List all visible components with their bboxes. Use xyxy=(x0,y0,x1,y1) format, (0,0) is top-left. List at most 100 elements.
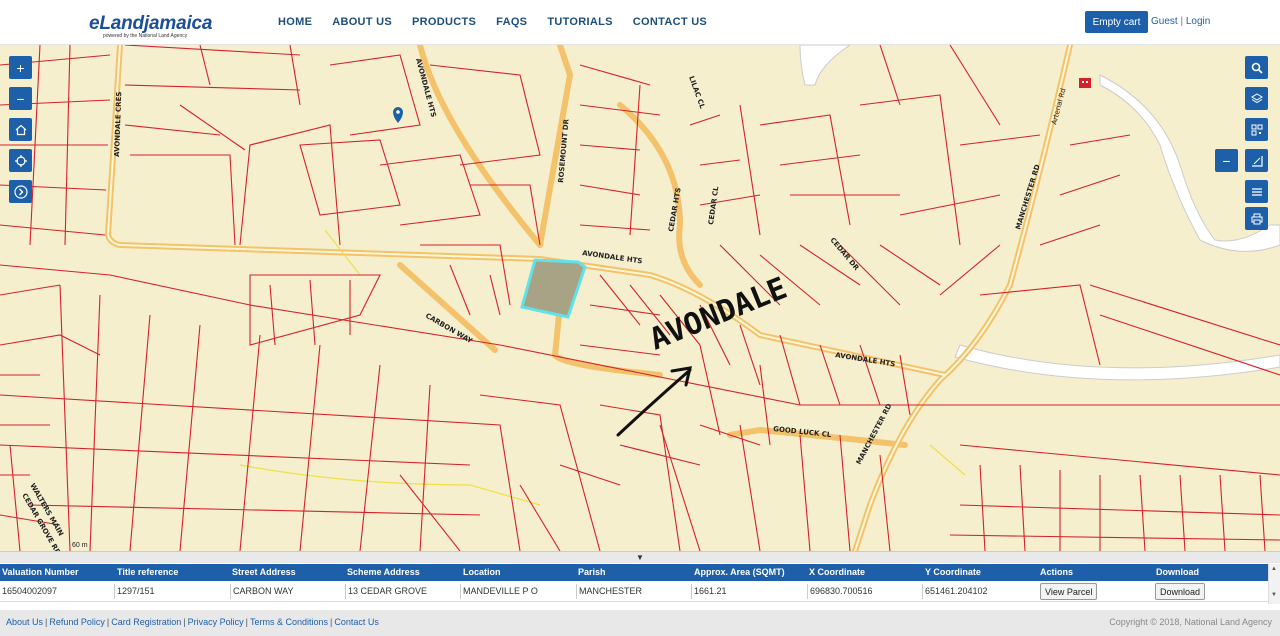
cell-location: MANDEVILLE P O xyxy=(460,584,538,599)
copyright: Copyright © 2018, National Land Agency xyxy=(1109,617,1272,627)
view-parcel-button[interactable]: View Parcel xyxy=(1040,583,1098,600)
footer-refund-policy[interactable]: Refund Policy xyxy=(49,617,105,627)
caret-down-icon: ▼ xyxy=(636,553,644,562)
print-button[interactable] xyxy=(1245,207,1268,230)
parcel-line xyxy=(199,45,211,86)
parcel-line xyxy=(359,364,381,551)
results-toggle[interactable]: ▼ xyxy=(0,551,1280,563)
header-parish: Parish xyxy=(578,567,606,577)
separator: | xyxy=(245,617,248,627)
parcel-line xyxy=(939,244,1001,296)
site-logo[interactable]: eLandjamaica powered by the National Lan… xyxy=(89,13,212,39)
cell-y-coordinate: 651461.204102 xyxy=(922,584,988,599)
login-link[interactable]: Login xyxy=(1186,16,1210,27)
header-download: Download xyxy=(1156,567,1199,577)
building-icon xyxy=(1079,78,1091,88)
table-scrollbar[interactable]: ▲ ▼ xyxy=(1268,564,1280,604)
parcel-line xyxy=(329,54,421,136)
locate-button[interactable] xyxy=(9,149,32,172)
parcel-line xyxy=(309,279,316,346)
label-avondale-hts-mid: AVONDALE HTS xyxy=(582,249,643,265)
parcel-line xyxy=(1089,284,1280,346)
parcel-line xyxy=(689,114,721,126)
footer-contact-us[interactable]: Contact Us xyxy=(334,617,379,627)
parcel-line xyxy=(579,64,651,86)
layers-icon xyxy=(1250,92,1263,103)
scroll-up-icon[interactable]: ▲ xyxy=(1271,566,1277,572)
account-links: Guest | Login xyxy=(1151,16,1210,27)
parcel-line xyxy=(599,404,681,551)
parcel-line xyxy=(699,424,761,446)
footer-terms[interactable]: Terms & Conditions xyxy=(250,617,328,627)
cell-x-coordinate: 696830.700516 xyxy=(807,584,873,599)
empty-cart-button[interactable]: Empty cart xyxy=(1085,11,1148,33)
parcel-line xyxy=(979,284,1101,366)
expand-panel-button[interactable] xyxy=(9,180,32,203)
parcel-line xyxy=(89,294,101,551)
parcel-line xyxy=(179,324,201,551)
parcel-line xyxy=(839,434,851,551)
parcel-line xyxy=(579,184,641,196)
collapse-tools-button[interactable]: − xyxy=(1215,149,1238,172)
parcel-line xyxy=(1019,464,1026,551)
cell-street-address: CARBON WAY xyxy=(230,584,294,599)
parcel-line xyxy=(299,139,401,216)
parcel-line xyxy=(129,314,151,551)
nav-tutorials[interactable]: TUTORIALS xyxy=(547,16,612,28)
cell-valuation-number: 16504002097 xyxy=(2,586,58,596)
zoom-out-button[interactable]: − xyxy=(9,87,32,110)
footer-privacy-policy[interactable]: Privacy Policy xyxy=(188,617,244,627)
zoom-in-button[interactable]: + xyxy=(9,56,32,79)
parcel-line xyxy=(859,344,881,406)
cell-title-reference: 1297/151 xyxy=(114,584,155,599)
parcel-map[interactable]: AVONDALE CRES AVONDALE HTS ROSEMOUNT DR … xyxy=(0,45,1280,551)
label-cedar-cl: CEDAR CL xyxy=(707,185,720,225)
cell-area: 1661.21 xyxy=(691,584,727,599)
footer-card-registration[interactable]: Card Registration xyxy=(111,617,181,627)
parcel-line xyxy=(1179,474,1186,551)
measure-button[interactable] xyxy=(1245,149,1268,172)
parcel-line xyxy=(124,84,301,91)
download-button[interactable]: Download xyxy=(1155,583,1206,600)
qr-button[interactable] xyxy=(1245,118,1268,141)
parcel-line xyxy=(949,45,1001,126)
nav-home[interactable]: HOME xyxy=(278,16,312,28)
search-icon xyxy=(1251,62,1263,74)
print-icon xyxy=(1251,213,1262,224)
parcel-line xyxy=(699,344,721,436)
parcel-line xyxy=(9,444,21,551)
site-header: eLandjamaica powered by the National Lan… xyxy=(0,0,1280,45)
parcel-line xyxy=(0,444,471,466)
parcel-line xyxy=(629,84,641,236)
parcel-line xyxy=(739,104,761,236)
nav-about-us[interactable]: ABOUT US xyxy=(332,16,392,28)
nav-products[interactable]: PRODUCTS xyxy=(412,16,476,28)
home-icon xyxy=(15,124,26,135)
results-table: Valuation Number Title reference Street … xyxy=(0,564,1268,604)
parcel-line xyxy=(579,144,641,151)
home-extent-button[interactable] xyxy=(9,118,32,141)
parcel-line xyxy=(519,484,561,551)
layers-button[interactable] xyxy=(1245,87,1268,110)
parcel-line xyxy=(779,154,861,166)
parcel-line xyxy=(0,224,106,236)
nav-contact-us[interactable]: CONTACT US xyxy=(633,16,707,28)
scroll-down-icon[interactable]: ▼ xyxy=(1271,592,1277,598)
map-canvas[interactable]: AVONDALE CRES AVONDALE HTS ROSEMOUNT DR … xyxy=(0,45,1280,551)
table-row: 16504002097 1297/151 CARBON WAY 13 CEDAR… xyxy=(0,581,1268,602)
parcel-line xyxy=(124,45,301,56)
main-nav: HOME ABOUT US PRODUCTS FAQS TUTORIALS CO… xyxy=(278,16,727,28)
brand-name: eLandjamaica xyxy=(89,13,213,34)
header-scheme-address: Scheme Address xyxy=(347,567,420,577)
legend-button[interactable] xyxy=(1245,180,1268,203)
parcel-line xyxy=(124,124,221,136)
footer-about-us[interactable]: About Us xyxy=(6,617,43,627)
cell-parish: MANCHESTER xyxy=(576,584,642,599)
label-avondale-hts-e: AVONDALE HTS xyxy=(835,351,896,368)
parcel-line xyxy=(899,194,1001,216)
crosshair-icon xyxy=(14,154,27,167)
parcel-line xyxy=(0,264,1280,406)
parcel-line xyxy=(0,284,61,296)
nav-faqs[interactable]: FAQS xyxy=(496,16,527,28)
search-button[interactable] xyxy=(1245,56,1268,79)
